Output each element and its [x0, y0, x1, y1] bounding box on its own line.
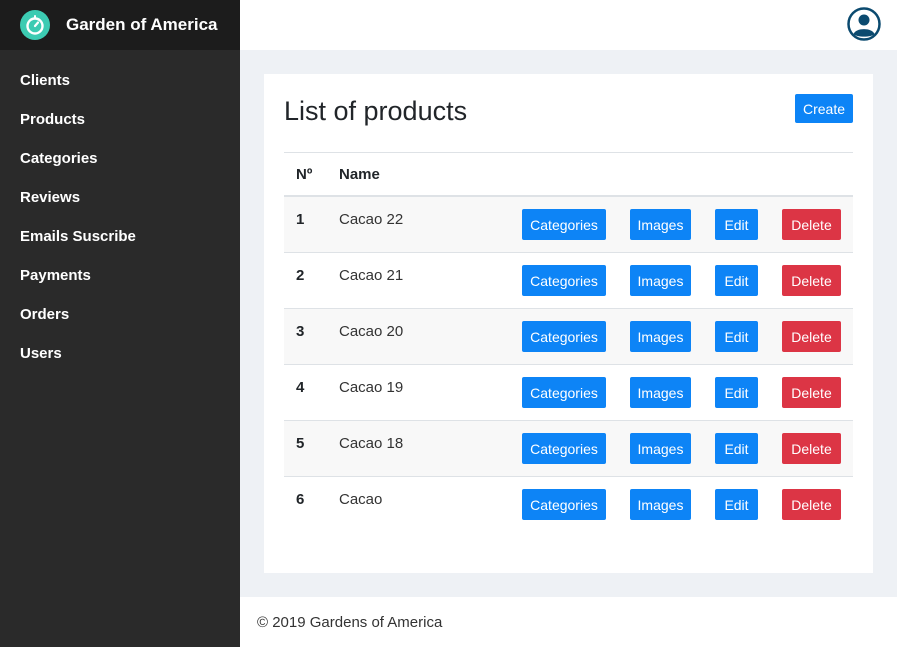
row-name: Cacao 18 [339, 435, 404, 452]
table-row: 5 Cacao 18 Categories Images Edit Delete [284, 421, 853, 477]
page-title: List of products [284, 96, 468, 126]
categories-button[interactable]: Categories [522, 377, 606, 408]
row-number: 2 [296, 267, 305, 284]
app-root: Garden of America Clients Products Categ… [0, 0, 897, 647]
create-button[interactable]: Create [794, 94, 853, 123]
table-row: 4 Cacao 19 Categories Images Edit Delete [284, 365, 853, 421]
row-name: Cacao 19 [339, 379, 404, 396]
row-number: 3 [296, 323, 305, 340]
row-name: Cacao 22 [339, 211, 404, 228]
row-number: 6 [296, 491, 305, 508]
edit-button[interactable]: Edit [715, 321, 758, 352]
table-row: 2 Cacao 21 Categories Images Edit Delete [284, 253, 853, 309]
categories-button[interactable]: Categories [522, 433, 606, 464]
row-name: Cacao [339, 491, 383, 508]
sidebar-item-categories[interactable]: Categories [0, 139, 240, 178]
user-avatar-icon[interactable] [847, 7, 881, 41]
delete-button[interactable]: Delete [782, 377, 841, 408]
categories-button[interactable]: Categories [522, 489, 606, 520]
sidebar-item-payments[interactable]: Payments [0, 256, 240, 295]
categories-button[interactable]: Categories [522, 265, 606, 296]
delete-button[interactable]: Delete [782, 265, 841, 296]
products-table: Nº Name 1 Cacao 22 Categories Images Edi… [284, 152, 853, 533]
sidebar-item-clients[interactable]: Clients [0, 61, 240, 100]
top-header [240, 0, 897, 50]
sidebar-item-users[interactable]: Users [0, 334, 240, 373]
brand-title: Garden of America [66, 15, 218, 34]
timer-logo-icon [20, 10, 50, 40]
delete-button[interactable]: Delete [782, 209, 841, 240]
edit-button[interactable]: Edit [715, 209, 758, 240]
delete-button[interactable]: Delete [782, 321, 841, 352]
table-header: Nº Name [284, 152, 853, 197]
sidebar-nav: Clients Products Categories Reviews Emai… [0, 50, 240, 373]
brand[interactable]: Garden of America [0, 0, 240, 50]
sidebar-item-emails-suscribe[interactable]: Emails Suscribe [0, 217, 240, 256]
footer: © 2019 Gardens of America [240, 597, 897, 647]
delete-button[interactable]: Delete [782, 433, 841, 464]
images-button[interactable]: Images [630, 489, 691, 520]
row-number: 5 [296, 435, 305, 452]
table-row: 1 Cacao 22 Categories Images Edit Delete [284, 197, 853, 253]
row-number: 4 [296, 379, 305, 396]
sidebar-item-reviews[interactable]: Reviews [0, 178, 240, 217]
sidebar-item-orders[interactable]: Orders [0, 295, 240, 334]
column-header-number: Nº [296, 165, 313, 183]
images-button[interactable]: Images [630, 209, 691, 240]
table-row: 3 Cacao 20 Categories Images Edit Delete [284, 309, 853, 365]
images-button[interactable]: Images [630, 433, 691, 464]
images-button[interactable]: Images [630, 321, 691, 352]
row-number: 1 [296, 211, 305, 228]
footer-copyright: © 2019 Gardens of America [257, 613, 443, 631]
sidebar: Garden of America Clients Products Categ… [0, 0, 240, 647]
row-name: Cacao 21 [339, 267, 404, 284]
categories-button[interactable]: Categories [522, 209, 606, 240]
delete-button[interactable]: Delete [782, 489, 841, 520]
edit-button[interactable]: Edit [715, 433, 758, 464]
edit-button[interactable]: Edit [715, 377, 758, 408]
table-row: 6 Cacao Categories Images Edit Delete [284, 477, 853, 533]
edit-button[interactable]: Edit [715, 265, 758, 296]
images-button[interactable]: Images [630, 265, 691, 296]
products-card: List of products Create Nº Name 1 Cacao … [264, 74, 873, 573]
row-name: Cacao 20 [339, 323, 404, 340]
edit-button[interactable]: Edit [715, 489, 758, 520]
column-header-name: Name [339, 165, 380, 183]
sidebar-item-products[interactable]: Products [0, 100, 240, 139]
categories-button[interactable]: Categories [522, 321, 606, 352]
images-button[interactable]: Images [630, 377, 691, 408]
